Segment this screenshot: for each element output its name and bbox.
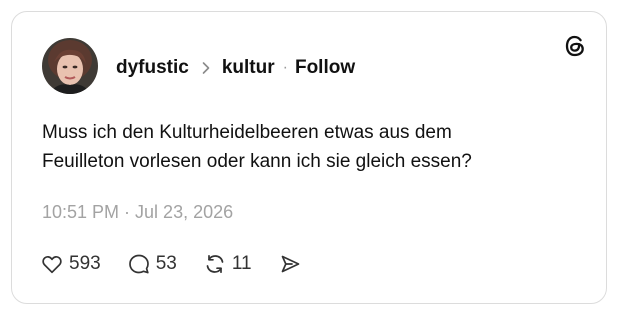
post-text-line: Feuilleton vorlesen oder kann ich sie gl… <box>42 151 472 172</box>
avatar-image <box>42 38 98 94</box>
repost-button[interactable]: 11 <box>203 252 252 276</box>
post-card: dyfustic kultur · Follow Muss ich den Ku… <box>11 11 607 304</box>
like-button[interactable]: 593 <box>40 252 101 276</box>
post-header: dyfustic kultur · Follow <box>116 56 355 80</box>
heart-icon <box>42 255 62 274</box>
post-text: Muss ich den Kulturheidelbeeren etwas au… <box>42 118 582 176</box>
follow-button[interactable]: Follow <box>295 57 355 79</box>
share-button[interactable] <box>278 252 302 276</box>
post-text-line: Muss ich den Kulturheidelbeeren etwas au… <box>42 122 452 143</box>
repost-arrows-icon <box>206 254 224 274</box>
action-bar: 593 53 11 <box>40 250 328 278</box>
like-count: 593 <box>69 253 101 274</box>
threads-logo-icon[interactable] <box>562 33 588 59</box>
reply-button[interactable]: 53 <box>127 252 177 276</box>
send-icon <box>281 255 299 273</box>
post-timestamp: 10:51 PM · Jul 23, 2026 <box>42 202 234 222</box>
repost-count: 11 <box>231 253 252 274</box>
separator-dot: · <box>282 59 288 76</box>
community-name[interactable]: kultur <box>222 57 275 79</box>
author-name[interactable]: dyfustic <box>116 57 189 79</box>
reply-count: 53 <box>155 253 177 274</box>
chevron-right-icon <box>202 62 210 74</box>
speech-bubble-icon <box>128 254 149 274</box>
avatar[interactable] <box>42 38 98 94</box>
